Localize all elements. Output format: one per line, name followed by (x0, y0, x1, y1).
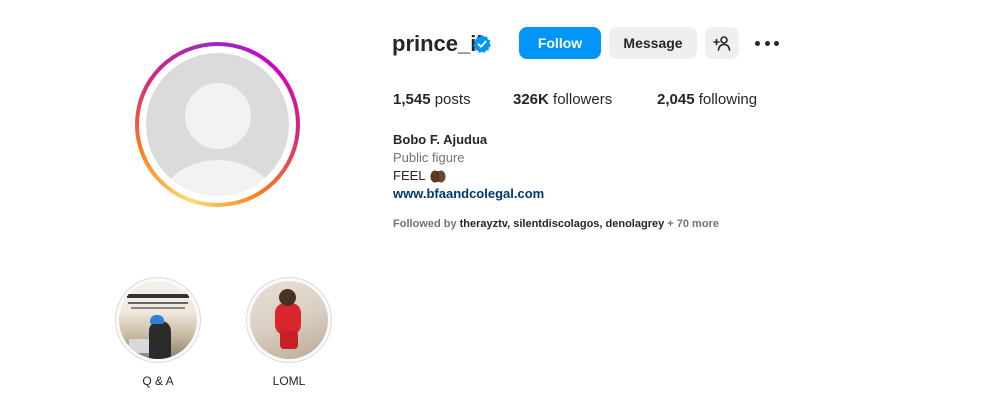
following-count-label: following (698, 91, 758, 108)
followed-by[interactable]: Followed by therayztv, silentdiscolagos,… (393, 217, 719, 231)
followed-by-prefix: Followed by (393, 218, 457, 230)
avatar-placeholder-head (184, 83, 251, 149)
highlight-label: LOML (272, 374, 306, 388)
add-person-icon (713, 36, 731, 51)
avatar-placeholder-body (159, 160, 276, 196)
following-count[interactable]: 2,045 following (657, 91, 757, 109)
followed-by-more: + 70 more (667, 218, 719, 230)
full-name: Bobo F. Ajudua (393, 132, 488, 147)
more-dot (755, 40, 760, 46)
verified-badge-icon (473, 35, 491, 53)
message-button[interactable]: Message (609, 27, 697, 59)
highlight-loml[interactable]: LOML (246, 277, 332, 388)
avatar[interactable] (146, 53, 289, 196)
highlight-cover (119, 281, 197, 359)
highlight-cover-banner (127, 294, 189, 298)
highlight-cover (250, 281, 328, 359)
highlight-cover-child-legs (280, 331, 298, 349)
username: prince_ii (392, 31, 483, 56)
posts-count-value: 1,545 (393, 91, 431, 108)
follow-button[interactable]: Follow (519, 27, 601, 59)
praying-hands-icon (429, 170, 446, 183)
highlight-ring (246, 277, 332, 363)
followers-count-label: followers (553, 91, 613, 108)
highlight-qa[interactable]: Q & A (115, 277, 201, 388)
website-link[interactable]: www.bfaandcolegal.com (393, 186, 544, 202)
highlight-cover-text-line (131, 307, 185, 309)
suggested-accounts-button[interactable] (705, 27, 739, 59)
more-dot (774, 40, 779, 46)
followers-count-value: 326K (513, 91, 549, 108)
bio-text: FEEL (393, 168, 426, 183)
highlight-label: Q & A (142, 374, 174, 388)
highlight-cover-hat (150, 315, 164, 324)
highlight-cover-person (149, 321, 171, 359)
highlight-cover-child-head (279, 289, 296, 306)
posts-count-label: posts (434, 91, 471, 108)
followers-count[interactable]: 326K followers (513, 91, 612, 109)
highlight-ring (115, 277, 201, 363)
profile-avatar-story-ring[interactable] (135, 42, 300, 207)
profile-category: Public figure (393, 150, 465, 165)
more-options-icon[interactable] (755, 33, 779, 53)
followed-by-names: therayztv, silentdiscolagos, denolagrey (459, 218, 665, 230)
bio-text-line: FEEL (393, 168, 446, 184)
highlight-cover-text-line (128, 302, 188, 304)
posts-count: 1,545 posts (393, 91, 471, 109)
more-dot (764, 40, 770, 46)
following-count-value: 2,045 (657, 91, 695, 108)
